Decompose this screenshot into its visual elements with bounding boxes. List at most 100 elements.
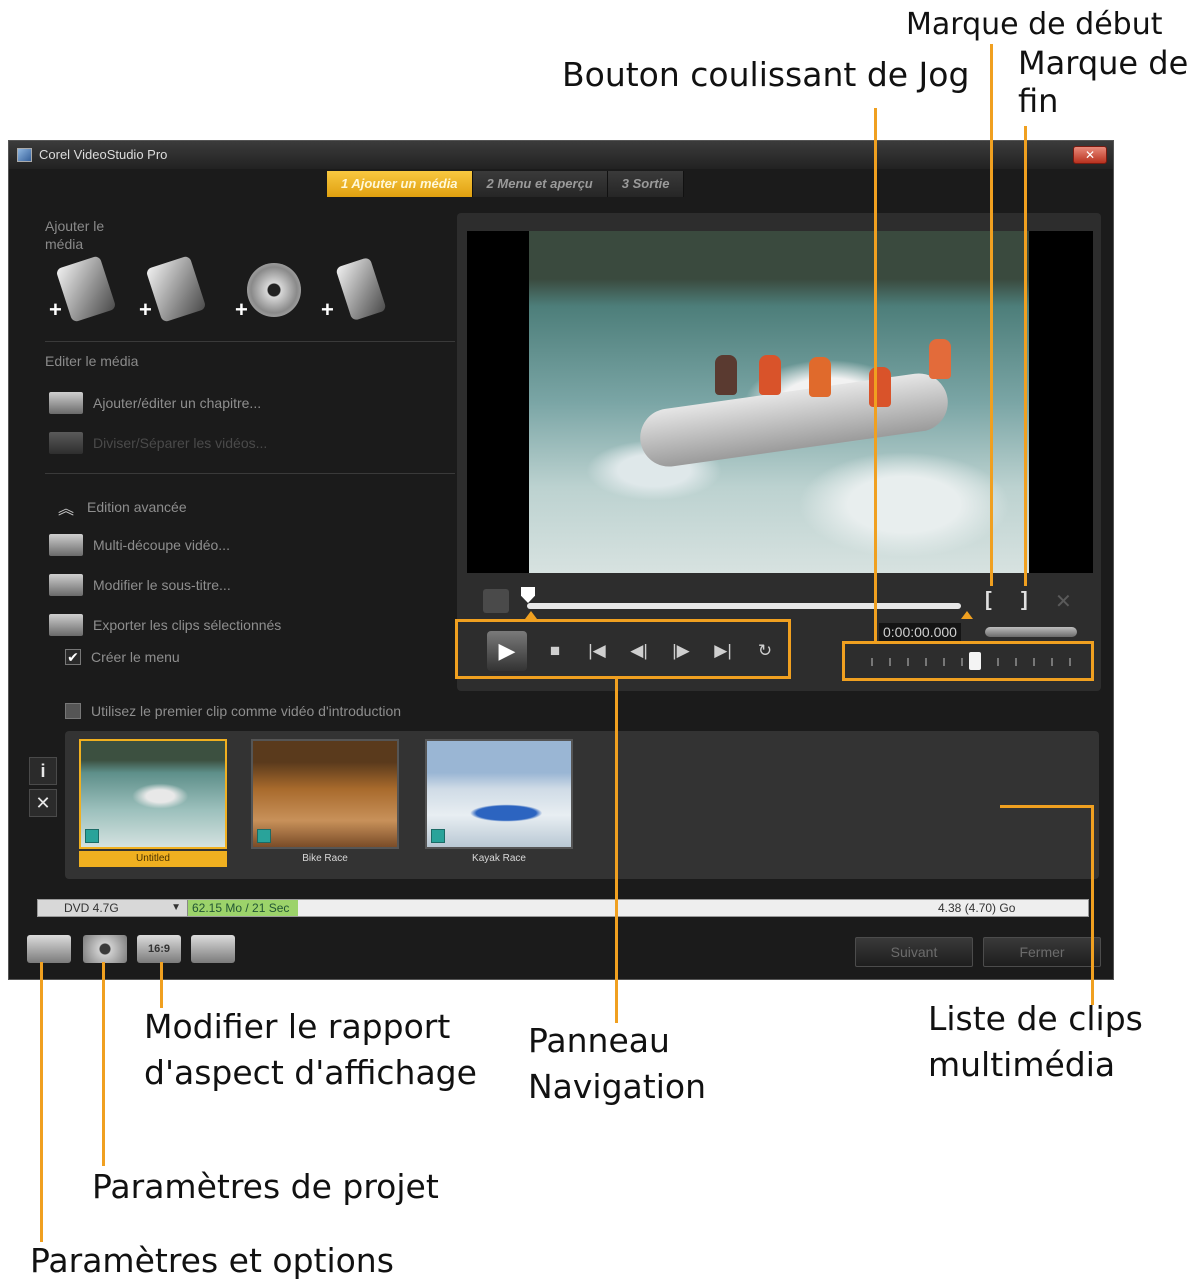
- callout-start-mark: Marque de début: [906, 7, 1163, 42]
- app-window: Corel VideoStudio Pro ✕ 1 Ajouter un méd…: [8, 140, 1114, 980]
- mark-out-button[interactable]: ]: [1021, 589, 1028, 612]
- aspect-ratio-label: 16:9: [147, 943, 171, 955]
- add-disc-button[interactable]: +: [235, 255, 311, 327]
- clip-item[interactable]: Untitled: [79, 739, 227, 867]
- title-bar: Corel VideoStudio Pro ✕: [9, 141, 1113, 169]
- leader-line-project-settings: [102, 962, 105, 1166]
- clip-name: Untitled: [79, 851, 227, 867]
- leader-line-jog: [874, 108, 877, 644]
- advanced-editing-label: Edition avancée: [87, 499, 187, 515]
- clip-item[interactable]: Kayak Race: [425, 739, 573, 867]
- disc-type-value: DVD 4.7G: [64, 901, 119, 915]
- leader-line-start-mark: [990, 44, 993, 586]
- trim-start-marker[interactable]: [525, 611, 537, 619]
- clip-name: Kayak Race: [472, 853, 526, 864]
- leader-line-aspect: [160, 962, 163, 1008]
- timecode-display: 0:00:00.000: [879, 623, 961, 641]
- navigation-highlight-box: [455, 619, 791, 679]
- tab-output[interactable]: 3 Sortie: [607, 171, 685, 197]
- vr-file-icon: [145, 255, 207, 323]
- split-video-item: Diviser/Séparer les vidéos...: [49, 429, 267, 457]
- plus-icon: +: [139, 297, 152, 322]
- add-media-heading: Ajouter le média: [45, 218, 105, 252]
- preview-mode-icon[interactable]: [483, 589, 509, 613]
- tab-add-media[interactable]: 1 Ajouter un média: [327, 171, 473, 197]
- mobile-device-icon: [335, 256, 387, 322]
- add-vr-button[interactable]: +: [139, 255, 215, 327]
- disc-capacity-bar: DVD 4.7G ▼ 62.15 Mo / 21 Sec 4.38 (4.70) …: [37, 899, 1089, 917]
- leader-line-navigation: [615, 679, 618, 1023]
- create-menu-checkbox[interactable]: ✔: [65, 649, 81, 665]
- clear-marks-button[interactable]: ✕: [1055, 589, 1072, 614]
- clip-name: Bike Race: [302, 853, 348, 864]
- create-menu-label: Créer le menu: [91, 649, 180, 665]
- tab-menu-preview[interactable]: 2 Menu et aperçu: [472, 171, 608, 197]
- used-capacity: 62.15 Mo / 21 Sec: [188, 900, 298, 916]
- advanced-editing-toggle[interactable]: ︽ Edition avancée: [49, 493, 187, 521]
- leader-line-end-mark: [1024, 126, 1027, 586]
- split-video-label: Diviser/Séparer les vidéos...: [93, 435, 268, 451]
- divider: [45, 473, 455, 474]
- settings-options-button[interactable]: [27, 935, 71, 963]
- multi-trim-item[interactable]: Multi-découpe vidéo...: [49, 531, 230, 559]
- app-icon: [17, 148, 32, 162]
- chevron-down-icon: ▼: [171, 902, 181, 913]
- edit-subtitle-item[interactable]: Modifier le sous-titre...: [49, 571, 231, 599]
- total-capacity: 4.38 (4.70) Go: [938, 901, 1016, 915]
- video-file-icon: [55, 255, 117, 323]
- aspect-ratio-button[interactable]: 16:9: [137, 935, 181, 963]
- clip-info-button[interactable]: i: [29, 757, 57, 785]
- split-icon: [49, 432, 83, 454]
- paddler-shape: [869, 367, 891, 407]
- callout-navigation-panel: Panneau Navigation: [528, 1021, 706, 1106]
- first-clip-intro-option[interactable]: Utilisez le premier clip comme vidéo d'i…: [65, 697, 401, 725]
- video-badge-icon: [431, 829, 445, 843]
- export-icon: [49, 614, 83, 636]
- callout-aspect-ratio: Modifier le rapport d'aspect d'affichage: [144, 1007, 477, 1092]
- mark-in-button[interactable]: [: [985, 589, 992, 612]
- subtitle-icon: [49, 574, 83, 596]
- chapter-icon: [49, 392, 83, 414]
- clip-thumbnail: [251, 739, 399, 849]
- callout-clip-list: Liste de clips multimédia: [928, 999, 1143, 1084]
- video-badge-icon: [85, 829, 99, 843]
- film-strip-icon: [49, 534, 83, 556]
- callout-end-mark: Marque de fin: [1018, 44, 1189, 120]
- plus-icon: +: [235, 297, 248, 322]
- disc-icon: [247, 263, 301, 317]
- raft-shape: [636, 369, 952, 471]
- trim-end-marker[interactable]: [961, 611, 973, 619]
- volume-slider[interactable]: [985, 627, 1077, 637]
- plus-icon: +: [49, 297, 62, 322]
- window-title: Corel VideoStudio Pro: [39, 147, 168, 162]
- plus-icon: +: [321, 297, 334, 322]
- create-menu-option[interactable]: ✔ Créer le menu: [65, 643, 180, 671]
- disc-type-select[interactable]: DVD 4.7G ▼: [38, 900, 188, 916]
- add-device-button[interactable]: +: [321, 255, 397, 327]
- export-clips-label: Exporter les clips sélectionnés: [93, 617, 282, 633]
- edit-media-heading: Editer le média: [45, 353, 139, 369]
- first-clip-intro-label: Utilisez le premier clip comme vidéo d'i…: [91, 703, 402, 719]
- close-button[interactable]: Fermer: [983, 937, 1101, 967]
- clip-thumbnail: [79, 739, 227, 849]
- print-icon[interactable]: [191, 935, 235, 963]
- jog-highlight-box: [842, 641, 1094, 681]
- delete-clip-button[interactable]: ✕: [29, 789, 57, 817]
- step-tabs: 1 Ajouter un média 2 Menu et aperçu 3 So…: [327, 171, 685, 197]
- add-chapter-item[interactable]: Ajouter/éditer un chapitre...: [49, 389, 261, 417]
- timeline-bar[interactable]: [527, 603, 961, 609]
- project-settings-button[interactable]: [83, 935, 127, 963]
- clip-item[interactable]: Bike Race: [251, 739, 399, 867]
- preview-screen: [467, 231, 1093, 573]
- paddler-shape: [929, 339, 951, 379]
- multi-trim-label: Multi-découpe vidéo...: [93, 537, 230, 553]
- next-button[interactable]: Suivant: [855, 937, 973, 967]
- leader-line-clip-list-v: [1091, 805, 1094, 1005]
- paddler-shape: [759, 355, 781, 395]
- add-video-button[interactable]: +: [49, 255, 125, 327]
- first-clip-intro-checkbox[interactable]: [65, 703, 81, 719]
- close-window-button[interactable]: ✕: [1073, 146, 1107, 164]
- paddler-shape: [715, 355, 737, 395]
- export-clips-item[interactable]: Exporter les clips sélectionnés: [49, 611, 281, 639]
- clip-thumbnail: [425, 739, 573, 849]
